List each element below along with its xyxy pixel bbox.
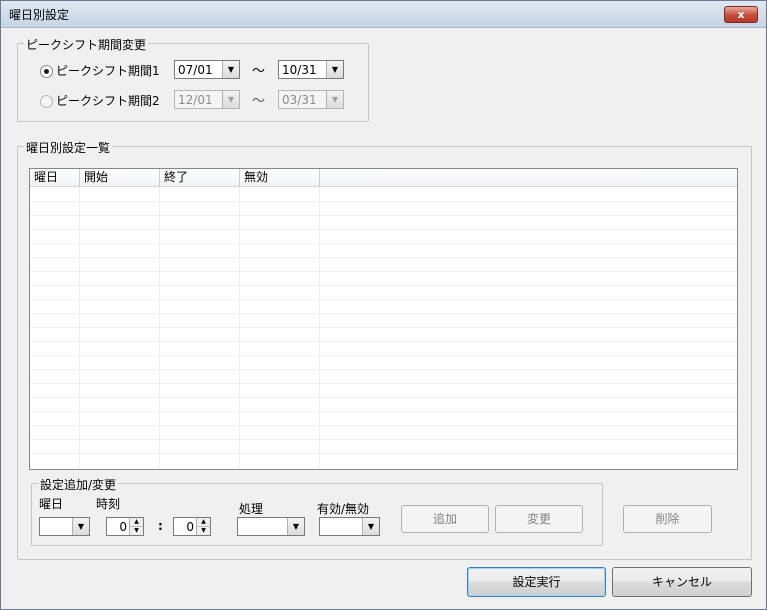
- weekday-settings-group-label: 曜日別設定一覧: [24, 139, 113, 156]
- grid-line: [30, 397, 737, 398]
- time-colon: :: [158, 519, 163, 533]
- period2-radio[interactable]: ピークシフト期間2: [40, 92, 160, 109]
- grid-line: [30, 285, 737, 286]
- column-header-disabled[interactable]: 無効: [240, 169, 320, 186]
- column-header-end[interactable]: 終了: [160, 169, 240, 186]
- column-header-start[interactable]: 開始: [80, 169, 160, 186]
- column-header-filler: [320, 169, 737, 186]
- radio-icon: [40, 95, 53, 108]
- grid-line: [30, 383, 737, 384]
- radio-icon: [40, 65, 53, 78]
- spin-up-icon[interactable]: ▲: [130, 518, 143, 527]
- change-button[interactable]: 変更: [495, 505, 583, 533]
- grid-line: [30, 369, 737, 370]
- period1-start-select[interactable]: 07/01 ▼: [174, 60, 240, 79]
- grid-line: [30, 257, 737, 258]
- period1-radio[interactable]: ピークシフト期間1: [40, 62, 160, 79]
- grid-line: [30, 229, 737, 230]
- spin-down-icon[interactable]: ▼: [197, 527, 210, 535]
- time-label: 時刻: [96, 497, 121, 511]
- peak-shift-group-label: ピークシフト期間変更: [24, 36, 149, 53]
- grid-line: [30, 355, 737, 356]
- period1-end-value: 10/31: [282, 63, 317, 77]
- grid-line: [30, 201, 737, 202]
- period1-end-select[interactable]: 10/31 ▼: [278, 60, 344, 79]
- grid-line: [30, 411, 737, 412]
- weekday-settings-list[interactable]: 曜日 開始 終了 無効: [29, 168, 738, 470]
- weekday-label: 曜日: [39, 497, 64, 511]
- delete-button[interactable]: 削除: [623, 505, 712, 533]
- period2-separator: ～: [252, 94, 266, 109]
- weekday-select[interactable]: ▼: [39, 517, 90, 536]
- period2-start-select[interactable]: 12/01 ▼: [174, 90, 240, 109]
- enabled-label: 有効/無効: [317, 502, 370, 516]
- minute-stepper[interactable]: 0 ▲ ▼: [173, 517, 211, 536]
- peak-shift-group: ピークシフト期間変更 ピークシフト期間1 07/01 ▼ ～ 10/31 ▼ ピ…: [17, 36, 369, 122]
- enabled-select[interactable]: ▼: [319, 517, 380, 536]
- action-select[interactable]: ▼: [237, 517, 305, 536]
- period2-end-value: 03/31: [282, 93, 317, 107]
- chevron-down-icon[interactable]: ▼: [222, 91, 239, 108]
- dialog-window: 曜日別設定 x ピークシフト期間変更 ピークシフト期間1 07/01 ▼ ～ 1…: [0, 0, 767, 610]
- chevron-down-icon[interactable]: ▼: [362, 518, 379, 535]
- chevron-down-icon[interactable]: ▼: [72, 518, 89, 535]
- period1-separator: ～: [252, 64, 266, 79]
- spin-up-icon[interactable]: ▲: [197, 518, 210, 527]
- grid-line: [30, 327, 737, 328]
- spin-down-icon[interactable]: ▼: [130, 527, 143, 535]
- list-header: 曜日 開始 終了 無効: [30, 169, 737, 187]
- hour-stepper[interactable]: 0 ▲ ▼: [106, 517, 144, 536]
- period1-label: ピークシフト期間1: [56, 64, 160, 78]
- grid-line: [30, 215, 737, 216]
- hour-value: 0: [119, 520, 127, 534]
- close-button[interactable]: x: [724, 6, 758, 23]
- period2-label: ピークシフト期間2: [56, 94, 160, 108]
- close-icon: x: [737, 8, 745, 21]
- title-bar[interactable]: 曜日別設定 x: [1, 1, 766, 28]
- chevron-down-icon[interactable]: ▼: [222, 61, 239, 78]
- grid-line: [30, 299, 737, 300]
- action-label: 処理: [239, 502, 264, 516]
- grid-line: [30, 341, 737, 342]
- add-change-group-label: 設定追加/変更: [38, 476, 119, 493]
- client-area: ピークシフト期間変更 ピークシフト期間1 07/01 ▼ ～ 10/31 ▼ ピ…: [1, 28, 766, 609]
- grid-line: [30, 243, 737, 244]
- spin-arrows-icon[interactable]: ▲ ▼: [196, 518, 210, 535]
- window-title: 曜日別設定: [9, 8, 70, 22]
- period1-start-value: 07/01: [178, 63, 213, 77]
- grid-line: [30, 425, 737, 426]
- chevron-down-icon[interactable]: ▼: [326, 61, 343, 78]
- period2-end-select[interactable]: 03/31 ▼: [278, 90, 344, 109]
- column-header-weekday[interactable]: 曜日: [30, 169, 80, 186]
- execute-button[interactable]: 設定実行: [467, 567, 606, 597]
- grid-line: [30, 453, 737, 454]
- grid-line: [30, 313, 737, 314]
- period2-start-value: 12/01: [178, 93, 213, 107]
- grid-line: [30, 271, 737, 272]
- chevron-down-icon[interactable]: ▼: [287, 518, 304, 535]
- add-button[interactable]: 追加: [401, 505, 489, 533]
- chevron-down-icon[interactable]: ▼: [326, 91, 343, 108]
- minute-value: 0: [186, 520, 194, 534]
- cancel-button[interactable]: キャンセル: [612, 567, 752, 597]
- grid-line: [30, 439, 737, 440]
- spin-arrows-icon[interactable]: ▲ ▼: [129, 518, 143, 535]
